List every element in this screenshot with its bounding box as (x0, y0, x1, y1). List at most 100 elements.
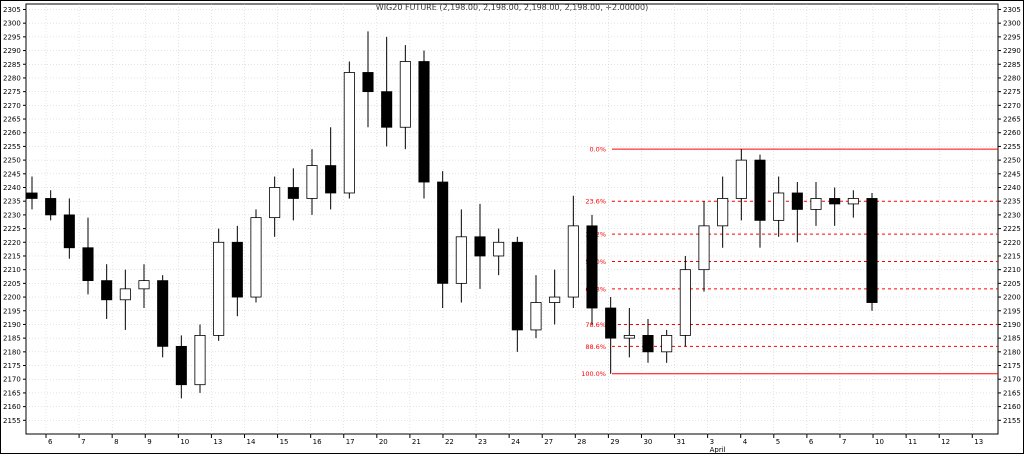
y-tick-label-right: 2240 (1003, 184, 1021, 192)
y-tick-label-right: 2285 (1003, 61, 1021, 69)
y-tick-label-right: 2280 (1003, 74, 1021, 82)
y-tick-label-right: 2180 (1003, 348, 1021, 356)
x-tick-label: 11 (908, 438, 917, 446)
y-tick-label-left: 2265 (3, 116, 21, 124)
y-tick-label-left: 2290 (3, 47, 21, 55)
candle-body (735, 159, 747, 199)
y-tick-label-left: 2200 (3, 294, 21, 302)
candle-body (250, 217, 262, 298)
candle-body (269, 187, 281, 219)
candle-body (437, 181, 449, 284)
x-tick-label: 4 (743, 438, 748, 446)
x-tick-label: 12 (941, 438, 950, 446)
x-tick-label: 8 (114, 438, 118, 446)
y-tick-label-left: 2280 (3, 74, 21, 82)
candle-body (642, 335, 654, 353)
candle-body (175, 345, 187, 386)
candle-body (773, 192, 785, 221)
y-tick-label-right: 2200 (1003, 294, 1021, 302)
candle-body (45, 198, 57, 216)
candle-body (101, 280, 113, 301)
x-tick-label: 20 (379, 438, 388, 446)
candle-body (829, 198, 841, 205)
candle-body (866, 198, 878, 303)
y-tick-label-left: 2285 (3, 61, 21, 69)
candle-body (623, 335, 635, 339)
candle-body (586, 225, 598, 309)
candle-body (511, 241, 523, 331)
y-tick-label-left: 2195 (3, 307, 21, 315)
y-tick-label-left: 2275 (3, 88, 21, 96)
y-tick-label-right: 2290 (1003, 47, 1021, 55)
candle-body (399, 61, 411, 128)
y-tick-label-left: 2255 (3, 143, 21, 151)
y-tick-label-left: 2210 (3, 266, 21, 274)
candle-body (455, 236, 467, 284)
y-tick-label-right: 2275 (1003, 88, 1021, 96)
candle-body (231, 241, 243, 298)
candle-body (287, 187, 299, 199)
fib-label: 23.6% (585, 198, 606, 206)
x-tick-label: 31 (677, 438, 686, 446)
x-tick-label: 6 (48, 438, 53, 446)
x-tick-label: 10 (180, 438, 189, 446)
x-tick-label: 7 (81, 438, 85, 446)
y-tick-label-left: 2250 (3, 157, 21, 165)
y-tick-label-right: 2175 (1003, 362, 1021, 370)
candle-body (717, 198, 729, 227)
candle-body (82, 247, 94, 282)
x-tick-label: 16 (313, 438, 322, 446)
y-tick-label-right: 2165 (1003, 389, 1021, 397)
x-tick-label: 3 (710, 438, 714, 446)
y-tick-label-right: 2185 (1003, 335, 1021, 343)
y-tick-label-right: 2295 (1003, 33, 1021, 41)
fib-label: 88.6% (585, 343, 606, 351)
y-tick-label-left: 2230 (3, 211, 21, 219)
y-tick-label-right: 2255 (1003, 143, 1021, 151)
y-tick-label-left: 2180 (3, 348, 21, 356)
fib-label: 0.0% (589, 146, 606, 154)
y-tick-label-right: 2220 (1003, 239, 1021, 247)
x-tick-label: 30 (643, 438, 652, 446)
candle-body (791, 192, 803, 210)
chart-svg: WIG20 FUTURE (2,198.00, 2,198.00, 2,198.… (0, 0, 1024, 454)
candle-body (754, 159, 766, 221)
y-tick-label-right: 2195 (1003, 307, 1021, 315)
y-tick-label-right: 2270 (1003, 102, 1021, 110)
y-tick-label-left: 2185 (3, 335, 21, 343)
y-tick-label-right: 2205 (1003, 280, 1021, 288)
y-tick-label-left: 2175 (3, 362, 21, 370)
x-tick-label: 5 (776, 438, 780, 446)
candle-body (213, 241, 225, 336)
x-tick-label: 9 (147, 438, 151, 446)
x-tick-label: 15 (280, 438, 289, 446)
candle-body (605, 307, 617, 339)
x-tick-label: 24 (511, 438, 520, 446)
y-tick-label-left: 2295 (3, 33, 21, 41)
x-tick-label: 29 (610, 438, 619, 446)
candle-body (381, 91, 393, 128)
candle-body (119, 288, 131, 301)
candle-body (847, 198, 859, 205)
y-tick-label-left: 2235 (3, 198, 21, 206)
y-tick-label-left: 2245 (3, 170, 21, 178)
y-tick-label-left: 2305 (3, 6, 21, 14)
candle-body (530, 302, 542, 331)
y-tick-label-right: 2190 (1003, 321, 1021, 329)
y-tick-label-right: 2210 (1003, 266, 1021, 274)
x-tick-label: 17 (346, 438, 355, 446)
y-tick-label-left: 2205 (3, 280, 21, 288)
candle-body (306, 165, 318, 199)
candle-body (810, 198, 822, 210)
y-tick-label-left: 2165 (3, 389, 21, 397)
candle-body (493, 241, 505, 257)
candle-body (362, 72, 374, 93)
x-tick-label: 13 (974, 438, 983, 446)
chart-container: WIG20 FUTURE (2,198.00, 2,198.00, 2,198.… (0, 0, 1024, 454)
y-tick-label-left: 2240 (3, 184, 21, 192)
candle-body (157, 280, 169, 347)
candle-body (679, 269, 691, 336)
candle-body (661, 335, 673, 353)
y-tick-label-left: 2170 (3, 376, 21, 384)
candle-body (26, 192, 38, 199)
